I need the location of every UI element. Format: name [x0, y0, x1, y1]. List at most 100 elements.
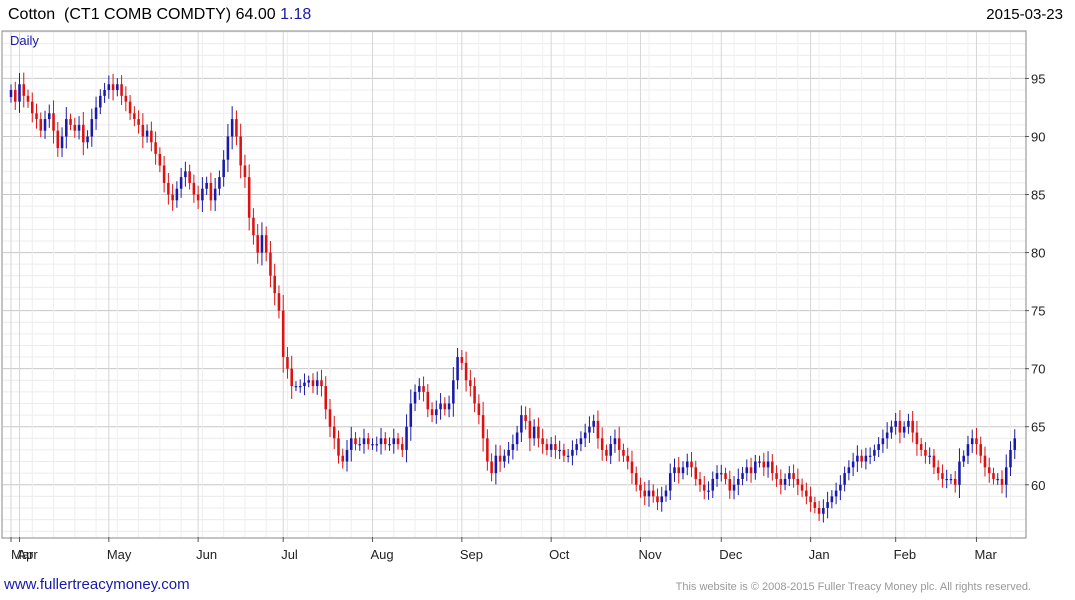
candle-body	[681, 467, 685, 474]
candle-body	[209, 182, 213, 201]
candle-body	[26, 95, 30, 102]
candle-body	[230, 119, 234, 137]
candle-body	[809, 496, 812, 503]
candle-body	[596, 420, 600, 439]
candle-body	[987, 467, 991, 474]
y-tick-label: 75	[1031, 304, 1045, 319]
candle-body	[452, 380, 455, 404]
candle-body	[354, 438, 357, 445]
candle-body	[877, 444, 880, 450]
y-tick-label: 85	[1031, 188, 1045, 203]
candle-body	[941, 473, 944, 479]
candle-body	[494, 455, 498, 474]
candle-body	[690, 461, 693, 468]
candle-body	[924, 449, 927, 456]
candle-body	[724, 473, 727, 479]
candle-body	[162, 165, 166, 183]
candle-body	[9, 90, 13, 98]
candle-body	[48, 113, 51, 120]
candle-body	[758, 461, 761, 463]
candle-body	[711, 478, 715, 491]
candle-body	[252, 217, 255, 236]
candle-body	[754, 461, 757, 474]
candle-body	[588, 426, 591, 433]
candle-body	[707, 490, 710, 492]
candle-body	[515, 432, 519, 445]
candle-body	[813, 502, 817, 508]
copyright-notice: This website is © 2008-2015 Fuller Treac…	[675, 581, 1031, 593]
candle-body	[839, 484, 842, 491]
x-tick-label: Nov	[638, 547, 662, 562]
candle-body	[281, 310, 285, 358]
candle-body	[218, 177, 221, 189]
candle-body	[698, 478, 702, 485]
candle-body	[609, 444, 612, 456]
chart-grid	[3, 31, 1025, 537]
candle-body	[775, 473, 778, 479]
candle-body	[634, 473, 638, 485]
candle-body	[792, 473, 795, 479]
candle-body	[966, 444, 970, 456]
candle-body	[320, 380, 323, 387]
x-tick-label: May	[107, 547, 132, 562]
candle-body	[39, 119, 43, 131]
candle-body	[992, 473, 995, 479]
candle-body	[358, 444, 362, 446]
candle-body	[324, 386, 328, 410]
candle-body	[192, 182, 196, 195]
candle-body	[56, 130, 60, 149]
candle-body	[111, 84, 115, 91]
candle-body	[677, 467, 681, 474]
candle-body	[69, 119, 72, 125]
candle-body	[65, 119, 68, 137]
candle-body	[647, 490, 651, 497]
candle-body	[141, 124, 145, 137]
candle-body	[256, 235, 259, 253]
candle-body	[737, 478, 740, 485]
candle-body	[133, 113, 136, 120]
candle-body	[626, 455, 629, 462]
candle-body	[99, 95, 102, 108]
candle-body	[583, 432, 587, 439]
x-tick-label: Oct	[549, 547, 570, 562]
candle-body	[613, 438, 617, 445]
candle-body	[490, 461, 493, 474]
candle-body	[345, 449, 349, 462]
x-tick-label: Sep	[460, 547, 483, 562]
x-tick-label: Jul	[281, 547, 298, 562]
candle-body	[720, 473, 723, 475]
candle-body	[337, 438, 340, 456]
candle-body	[86, 136, 89, 143]
website-link[interactable]: www.fullertreacymoney.com	[4, 576, 190, 593]
candle-body	[201, 188, 204, 201]
candle-body	[936, 467, 940, 474]
candle-body	[205, 182, 208, 189]
y-tick-label: 90	[1031, 129, 1045, 144]
candle-body	[953, 478, 957, 485]
candle-body	[796, 478, 800, 485]
candle-body	[549, 444, 553, 450]
candle-body	[469, 380, 472, 387]
period-label: Daily	[10, 33, 39, 48]
candle-body	[911, 420, 914, 433]
y-tick-label: 80	[1031, 246, 1045, 261]
candle-body	[766, 461, 770, 468]
candle-body	[571, 449, 574, 456]
candle-body	[264, 235, 268, 253]
candle-body	[860, 455, 863, 462]
candle-body	[511, 444, 515, 450]
candle-body	[137, 119, 140, 125]
candle-body	[932, 455, 936, 468]
candle-body	[464, 362, 468, 381]
candle-body	[605, 449, 608, 456]
candle-body	[409, 403, 413, 427]
candle-body	[171, 194, 174, 201]
candle-body	[532, 426, 536, 439]
candle-body	[541, 438, 544, 445]
candle-body	[273, 275, 276, 294]
candle-body	[949, 478, 953, 481]
candle-body	[473, 386, 476, 404]
candle-body	[60, 136, 64, 149]
candle-body	[826, 502, 829, 508]
candle-body	[894, 420, 897, 427]
